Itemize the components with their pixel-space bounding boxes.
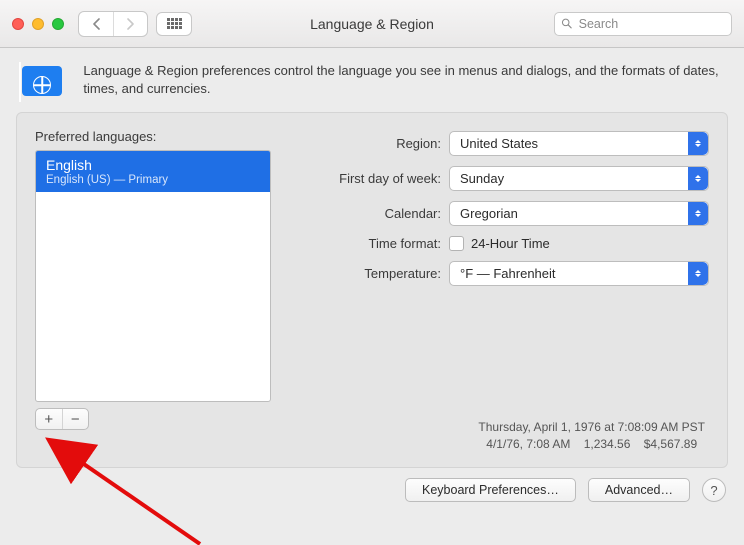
header-description-row: Language & Region preferences control th… <box>0 48 744 112</box>
header-description: Language & Region preferences control th… <box>83 62 722 97</box>
forward-button[interactable] <box>113 12 147 36</box>
help-button[interactable]: ? <box>702 478 726 502</box>
stepper-icon <box>688 262 708 285</box>
search-icon <box>561 17 573 30</box>
calendar-value: Gregorian <box>460 206 518 221</box>
region-value: United States <box>460 136 538 151</box>
maximize-window-button[interactable] <box>52 18 64 30</box>
temperature-value: °F — Fahrenheit <box>460 266 556 281</box>
remove-language-button[interactable]: − <box>62 409 89 429</box>
format-sample-line1: Thursday, April 1, 1976 at 7:08:09 AM PS… <box>478 419 705 436</box>
region-popup[interactable]: United States <box>449 131 709 156</box>
minimize-window-button[interactable] <box>32 18 44 30</box>
format-sample-line2: 4/1/76, 7:08 AM 1,234.56 $4,567.89 <box>478 436 705 453</box>
search-field[interactable] <box>554 12 732 36</box>
stepper-icon <box>688 202 708 225</box>
back-button[interactable] <box>79 12 113 36</box>
calendar-label: Calendar: <box>297 206 449 221</box>
search-input[interactable] <box>579 17 725 31</box>
preferred-languages-label: Preferred languages: <box>35 129 271 144</box>
main-panel: Preferred languages: English English (US… <box>16 112 728 468</box>
language-name: English <box>46 157 260 173</box>
title-bar: Language & Region <box>0 0 744 48</box>
nav-back-forward <box>78 11 148 37</box>
stepper-icon <box>688 132 708 155</box>
first-day-popup[interactable]: Sunday <box>449 166 709 191</box>
time-format-checkbox[interactable] <box>449 236 464 251</box>
format-sample: Thursday, April 1, 1976 at 7:08:09 AM PS… <box>478 419 705 453</box>
time-format-value: 24-Hour Time <box>471 236 550 251</box>
show-all-button[interactable] <box>156 12 192 36</box>
keyboard-preferences-button[interactable]: Keyboard Preferences… <box>405 478 576 502</box>
grid-icon <box>167 18 182 29</box>
temperature-popup[interactable]: °F — Fahrenheit <box>449 261 709 286</box>
region-settings: Region: United States First day of week:… <box>297 129 709 430</box>
preferred-languages-section: Preferred languages: English English (US… <box>35 129 271 430</box>
window-controls <box>12 18 64 30</box>
language-item[interactable]: English English (US) — Primary <box>36 151 270 192</box>
add-remove-control: + − <box>35 408 89 430</box>
temperature-label: Temperature: <box>297 266 449 281</box>
close-window-button[interactable] <box>12 18 24 30</box>
add-language-button[interactable]: + <box>36 409 62 429</box>
first-day-value: Sunday <box>460 171 504 186</box>
region-label: Region: <box>297 136 449 151</box>
first-day-label: First day of week: <box>297 171 449 186</box>
time-format-label: Time format: <box>297 236 449 251</box>
calendar-popup[interactable]: Gregorian <box>449 201 709 226</box>
language-sub: English (US) — Primary <box>46 174 260 186</box>
stepper-icon <box>688 167 708 190</box>
language-region-icon <box>22 62 65 102</box>
bottom-button-bar: Keyboard Preferences… Advanced… ? <box>0 468 744 502</box>
preferred-languages-list[interactable]: English English (US) — Primary <box>35 150 271 402</box>
advanced-button[interactable]: Advanced… <box>588 478 690 502</box>
